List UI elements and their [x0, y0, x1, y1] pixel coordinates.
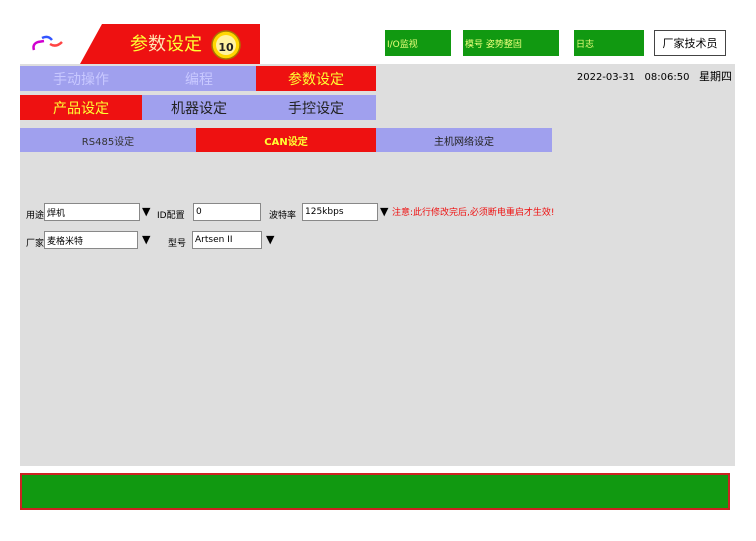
tab-manual-control-settings[interactable]: 手控设定: [256, 95, 376, 120]
usage-label: 用途: [26, 211, 45, 221]
subtab-host-network[interactable]: 主机网络设定: [376, 128, 552, 152]
dropdown-arrow-icon[interactable]: ▼: [380, 205, 388, 218]
main-panel: [20, 64, 735, 466]
status-bar: [20, 473, 730, 510]
mold-label: 模号 姿势整固: [465, 39, 522, 50]
io-monitor-label: I/O监视: [387, 39, 418, 50]
mold-button[interactable]: 模号 姿势整固: [463, 30, 559, 56]
model-value: Artsen II: [195, 235, 233, 245]
date-text: 2022-03-31: [576, 72, 635, 83]
baud-rate-value: 125kbps: [305, 207, 344, 217]
log-button[interactable]: 日志: [574, 30, 644, 56]
title-char-3: 设定: [166, 34, 202, 55]
title-char-2: 数: [148, 34, 166, 55]
page-title: 参数设定: [130, 30, 202, 56]
id-config-label: ID配置: [157, 211, 185, 221]
dropdown-arrow-icon[interactable]: ▼: [142, 205, 150, 218]
subtab-rs485[interactable]: RS485设定: [20, 128, 196, 152]
datetime-display: 2022-03-31 08:06:50 星期四: [500, 68, 732, 86]
dropdown-arrow-icon[interactable]: ▼: [142, 233, 150, 246]
io-monitor-button[interactable]: I/O监视: [385, 30, 451, 56]
id-config-value: 0: [196, 207, 202, 217]
log-label: 日志: [576, 39, 595, 50]
vendor-select[interactable]: 麦格米特: [44, 231, 138, 249]
user-role-label: 厂家技术员: [662, 37, 718, 50]
tab-manual-operation[interactable]: 手动操作: [20, 66, 142, 91]
usage-value: 焊机: [47, 208, 66, 219]
baud-rate-label: 波特率: [269, 211, 297, 221]
gauge-icon: 10: [208, 28, 244, 60]
restart-warning: 注意:此行修改完后,必须断电重启才生效!: [392, 208, 555, 218]
model-label: 型号: [168, 239, 187, 249]
dropdown-arrow-icon[interactable]: ▼: [266, 233, 274, 246]
baud-rate-select[interactable]: 125kbps: [302, 203, 378, 221]
id-config-input[interactable]: 0: [193, 203, 261, 221]
usage-select[interactable]: 焊机: [44, 203, 140, 221]
title-char-1: 参: [130, 34, 148, 55]
subtab-can[interactable]: CAN设定: [196, 128, 376, 152]
tab-machine-settings[interactable]: 机器设定: [142, 95, 256, 120]
user-role-button[interactable]: 厂家技术员: [654, 30, 726, 56]
gauge-value: 10: [218, 41, 234, 54]
tab-product-settings[interactable]: 产品设定: [20, 95, 142, 120]
time-text: 08:06:50: [644, 72, 690, 83]
link-icon: [30, 32, 70, 56]
weekday-text: 星期四: [699, 70, 732, 83]
tab-parameter-settings[interactable]: 参数设定: [256, 66, 376, 91]
tab-programming[interactable]: 编程: [142, 66, 256, 91]
vendor-label: 厂家: [26, 239, 45, 249]
vendor-value: 麦格米特: [47, 236, 84, 247]
model-select[interactable]: Artsen II: [192, 231, 262, 249]
